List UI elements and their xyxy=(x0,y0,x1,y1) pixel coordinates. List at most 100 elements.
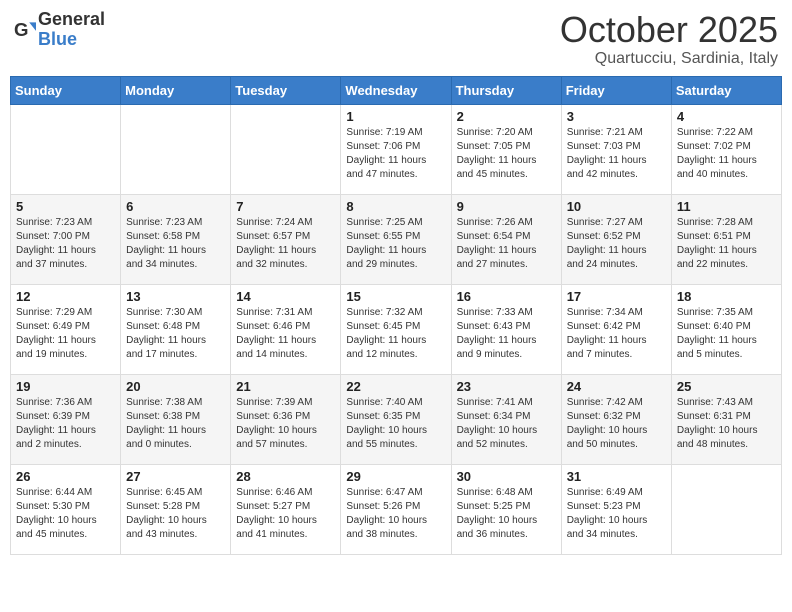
day-number: 9 xyxy=(457,199,556,214)
day-info: Sunrise: 7:40 AM Sunset: 6:35 PM Dayligh… xyxy=(346,396,445,452)
day-number: 7 xyxy=(236,199,335,214)
logo-icon: G xyxy=(14,19,36,41)
calendar-cell: 27 Sunrise: 6:45 AM Sunset: 5:28 PM Dayli… xyxy=(121,464,231,554)
day-info: Sunrise: 7:30 AM Sunset: 6:48 PM Dayligh… xyxy=(126,306,225,362)
day-number: 17 xyxy=(567,289,666,304)
calendar-cell xyxy=(671,464,781,554)
day-number: 26 xyxy=(16,469,115,484)
day-info: Sunrise: 7:38 AM Sunset: 6:38 PM Dayligh… xyxy=(126,396,225,452)
day-info: Sunrise: 7:36 AM Sunset: 6:39 PM Dayligh… xyxy=(16,396,115,452)
calendar-cell: 12Sunrise: 7:29 AM Sunset: 6:49 PM Dayli… xyxy=(11,284,121,374)
day-number: 15 xyxy=(346,289,445,304)
day-number: 27 xyxy=(126,469,225,484)
day-info: Sunrise: 7:22 AM Sunset: 7:02 PM Dayligh… xyxy=(677,126,776,182)
day-number: 14 xyxy=(236,289,335,304)
day-number: 6 xyxy=(126,199,225,214)
day-info: Sunrise: 6:48 AM Sunset: 5:25 PM Dayligh… xyxy=(457,486,556,542)
calendar-table: SundayMondayTuesdayWednesdayThursdayFrid… xyxy=(10,76,782,555)
day-number: 23 xyxy=(457,379,556,394)
day-info: Sunrise: 6:47 AM Sunset: 5:26 PM Dayligh… xyxy=(346,486,445,542)
day-number: 5 xyxy=(16,199,115,214)
calendar-cell: 25Sunrise: 7:43 AM Sunset: 6:31 PM Dayli… xyxy=(671,374,781,464)
calendar-cell: 6 Sunrise: 7:23 AM Sunset: 6:58 PM Daylig… xyxy=(121,194,231,284)
day-number: 18 xyxy=(677,289,776,304)
weekday-header-saturday: Saturday xyxy=(671,76,781,104)
day-number: 1 xyxy=(346,109,445,124)
calendar-cell: 13 Sunrise: 7:30 AM Sunset: 6:48 PM Dayli… xyxy=(121,284,231,374)
title-block: October 2025 Quartucciu, Sardinia, Italy xyxy=(560,10,778,68)
day-info: Sunrise: 6:45 AM Sunset: 5:28 PM Dayligh… xyxy=(126,486,225,542)
calendar-cell: 29 Sunrise: 6:47 AM Sunset: 5:26 PM Dayli… xyxy=(341,464,451,554)
month-title: October 2025 xyxy=(560,10,778,50)
calendar-cell: 26Sunrise: 6:44 AM Sunset: 5:30 PM Dayli… xyxy=(11,464,121,554)
calendar-cell: 18 Sunrise: 7:35 AM Sunset: 6:40 PM Dayli… xyxy=(671,284,781,374)
day-number: 28 xyxy=(236,469,335,484)
calendar-cell: 8Sunrise: 7:25 AM Sunset: 6:55 PM Daylig… xyxy=(341,194,451,284)
calendar-cell: 22 Sunrise: 7:40 AM Sunset: 6:35 PM Dayli… xyxy=(341,374,451,464)
day-info: Sunrise: 7:19 AM Sunset: 7:06 PM Dayligh… xyxy=(346,126,445,182)
day-info: Sunrise: 7:33 AM Sunset: 6:43 PM Dayligh… xyxy=(457,306,556,362)
calendar-cell: 24 Sunrise: 7:42 AM Sunset: 6:32 PM Dayli… xyxy=(561,374,671,464)
weekday-header-thursday: Thursday xyxy=(451,76,561,104)
day-info: Sunrise: 7:26 AM Sunset: 6:54 PM Dayligh… xyxy=(457,216,556,272)
svg-text:G: G xyxy=(14,19,28,40)
calendar-cell: 19 Sunrise: 7:36 AM Sunset: 6:39 PM Dayli… xyxy=(11,374,121,464)
day-info: Sunrise: 7:31 AM Sunset: 6:46 PM Dayligh… xyxy=(236,306,335,362)
calendar-cell: 31 Sunrise: 6:49 AM Sunset: 5:23 PM Dayli… xyxy=(561,464,671,554)
calendar-cell: 10 Sunrise: 7:27 AM Sunset: 6:52 PM Dayli… xyxy=(561,194,671,284)
weekday-header-monday: Monday xyxy=(121,76,231,104)
weekday-header-wednesday: Wednesday xyxy=(341,76,451,104)
day-info: Sunrise: 7:23 AM Sunset: 6:58 PM Dayligh… xyxy=(126,216,225,272)
day-number: 8 xyxy=(346,199,445,214)
day-info: Sunrise: 6:49 AM Sunset: 5:23 PM Dayligh… xyxy=(567,486,666,542)
calendar-cell: 16 Sunrise: 7:33 AM Sunset: 6:43 PM Dayli… xyxy=(451,284,561,374)
day-info: Sunrise: 7:20 AM Sunset: 7:05 PM Dayligh… xyxy=(457,126,556,182)
day-number: 21 xyxy=(236,379,335,394)
day-number: 10 xyxy=(567,199,666,214)
page-header: G General Blue October 2025 Quartucciu, … xyxy=(10,10,782,68)
day-info: Sunrise: 7:27 AM Sunset: 6:52 PM Dayligh… xyxy=(567,216,666,272)
logo-blue: Blue xyxy=(38,29,77,49)
day-info: Sunrise: 6:46 AM Sunset: 5:27 PM Dayligh… xyxy=(236,486,335,542)
logo-general: General xyxy=(38,9,105,29)
day-number: 29 xyxy=(346,469,445,484)
day-info: Sunrise: 7:42 AM Sunset: 6:32 PM Dayligh… xyxy=(567,396,666,452)
calendar-cell: 3Sunrise: 7:21 AM Sunset: 7:03 PM Daylig… xyxy=(561,104,671,194)
weekday-header-friday: Friday xyxy=(561,76,671,104)
day-info: Sunrise: 7:23 AM Sunset: 7:00 PM Dayligh… xyxy=(16,216,115,272)
day-number: 13 xyxy=(126,289,225,304)
day-number: 24 xyxy=(567,379,666,394)
calendar-cell: 4Sunrise: 7:22 AM Sunset: 7:02 PM Daylig… xyxy=(671,104,781,194)
calendar-week-row: 26Sunrise: 6:44 AM Sunset: 5:30 PM Dayli… xyxy=(11,464,782,554)
day-info: Sunrise: 7:24 AM Sunset: 6:57 PM Dayligh… xyxy=(236,216,335,272)
calendar-cell: 15 Sunrise: 7:32 AM Sunset: 6:45 PM Dayli… xyxy=(341,284,451,374)
calendar-week-row: 5 Sunrise: 7:23 AM Sunset: 7:00 PM Daylig… xyxy=(11,194,782,284)
logo: G General Blue xyxy=(14,10,105,50)
day-info: Sunrise: 7:32 AM Sunset: 6:45 PM Dayligh… xyxy=(346,306,445,362)
day-number: 20 xyxy=(126,379,225,394)
logo-text: General Blue xyxy=(38,10,105,50)
calendar-week-row: 19 Sunrise: 7:36 AM Sunset: 6:39 PM Dayli… xyxy=(11,374,782,464)
weekday-header-tuesday: Tuesday xyxy=(231,76,341,104)
calendar-cell: 21 Sunrise: 7:39 AM Sunset: 6:36 PM Dayli… xyxy=(231,374,341,464)
day-info: Sunrise: 7:29 AM Sunset: 6:49 PM Dayligh… xyxy=(16,306,115,362)
calendar-header-row: SundayMondayTuesdayWednesdayThursdayFrid… xyxy=(11,76,782,104)
calendar-body: 1 Sunrise: 7:19 AM Sunset: 7:06 PM Daylig… xyxy=(11,104,782,554)
calendar-cell: 5 Sunrise: 7:23 AM Sunset: 7:00 PM Daylig… xyxy=(11,194,121,284)
day-number: 11 xyxy=(677,199,776,214)
day-number: 31 xyxy=(567,469,666,484)
calendar-week-row: 1 Sunrise: 7:19 AM Sunset: 7:06 PM Daylig… xyxy=(11,104,782,194)
day-number: 16 xyxy=(457,289,556,304)
day-number: 30 xyxy=(457,469,556,484)
calendar-cell: 2Sunrise: 7:20 AM Sunset: 7:05 PM Daylig… xyxy=(451,104,561,194)
weekday-header-sunday: Sunday xyxy=(11,76,121,104)
day-info: Sunrise: 7:35 AM Sunset: 6:40 PM Dayligh… xyxy=(677,306,776,362)
day-number: 19 xyxy=(16,379,115,394)
calendar-cell xyxy=(231,104,341,194)
calendar-week-row: 12Sunrise: 7:29 AM Sunset: 6:49 PM Dayli… xyxy=(11,284,782,374)
calendar-cell: 20 Sunrise: 7:38 AM Sunset: 6:38 PM Dayli… xyxy=(121,374,231,464)
calendar-cell: 23Sunrise: 7:41 AM Sunset: 6:34 PM Dayli… xyxy=(451,374,561,464)
calendar-cell: 17Sunrise: 7:34 AM Sunset: 6:42 PM Dayli… xyxy=(561,284,671,374)
day-info: Sunrise: 7:39 AM Sunset: 6:36 PM Dayligh… xyxy=(236,396,335,452)
day-number: 22 xyxy=(346,379,445,394)
